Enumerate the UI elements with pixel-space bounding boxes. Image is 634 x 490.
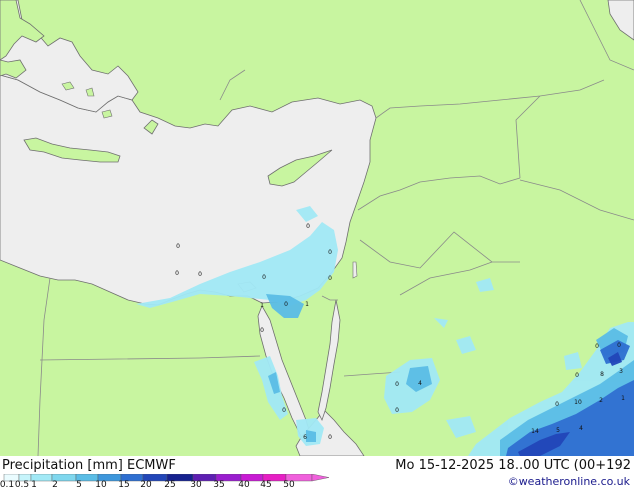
grid-value: 0 (198, 271, 202, 278)
grid-value: 1 (305, 301, 309, 308)
credit-link[interactable]: ©weatheronline.co.uk (508, 475, 630, 488)
scale-tick-label: 45 (260, 480, 272, 490)
grid-value: 6 (303, 434, 307, 441)
grid-value: 8 (600, 371, 604, 378)
color-scale-labels: 0.1 0.5 1 2 5 10 15 20 25 30 35 40 45 50 (0, 480, 340, 490)
grid-value: 2 (599, 397, 603, 404)
scale-tick-label: 0.1 (0, 480, 15, 490)
grid-value: 0 (617, 342, 621, 349)
grid-value: 0 (555, 401, 559, 408)
grid-value: 1 (260, 302, 264, 309)
scale-tick-label: 0.5 (14, 480, 30, 490)
grid-value: 0 (175, 270, 179, 277)
grid-value: 0 (282, 407, 286, 414)
grid-value: 0 (575, 372, 579, 379)
grid-value: 0 (395, 381, 399, 388)
scale-tick-label: 5 (76, 480, 82, 490)
grid-value: 10 (574, 399, 582, 406)
grid-value: 3 (619, 368, 623, 375)
grid-value: 0 (328, 434, 332, 441)
scale-tick-label: 35 (213, 480, 225, 490)
scale-tick-label: 40 (238, 480, 250, 490)
grid-value: 5 (556, 427, 560, 434)
dead-sea (352, 261, 358, 279)
grid-value: 0 (395, 407, 399, 414)
forecast-datetime: Mo 15-12-2025 18..00 UTC (00+192 (395, 458, 631, 473)
grid-value: 0 (284, 301, 288, 308)
scale-tick-label: 50 (283, 480, 295, 490)
map-footer: Precipitation [mm] ECMWF Mo 15-12-2025 1… (0, 456, 634, 490)
scale-tick-label: 2 (52, 480, 58, 490)
grid-value: 0 (260, 327, 264, 334)
grid-value: 0 (262, 274, 266, 281)
grid-value: 0 (328, 275, 332, 282)
grid-value: 1 (621, 395, 625, 402)
grid-value: 14 (531, 428, 539, 435)
grid-value: 0 (176, 243, 180, 250)
scale-tick-label: 25 (164, 480, 176, 490)
grid-value: 0 (328, 249, 332, 256)
grid-value: 0 (595, 343, 599, 350)
scale-tick-label: 10 (95, 480, 107, 490)
scale-tick-label: 20 (140, 480, 152, 490)
grid-value: 0 (306, 223, 310, 230)
scale-tick-label: 15 (118, 480, 130, 490)
scale-tick-label: 1 (31, 480, 37, 490)
precipitation-map: 00 0000 01 0 1000600400 08 3010 2 114 5 4 (0, 0, 634, 456)
scale-tick-label: 30 (190, 480, 202, 490)
map-title: Precipitation [mm] ECMWF (2, 458, 176, 473)
grid-value: 4 (579, 425, 583, 432)
grid-value: 4 (418, 380, 422, 387)
